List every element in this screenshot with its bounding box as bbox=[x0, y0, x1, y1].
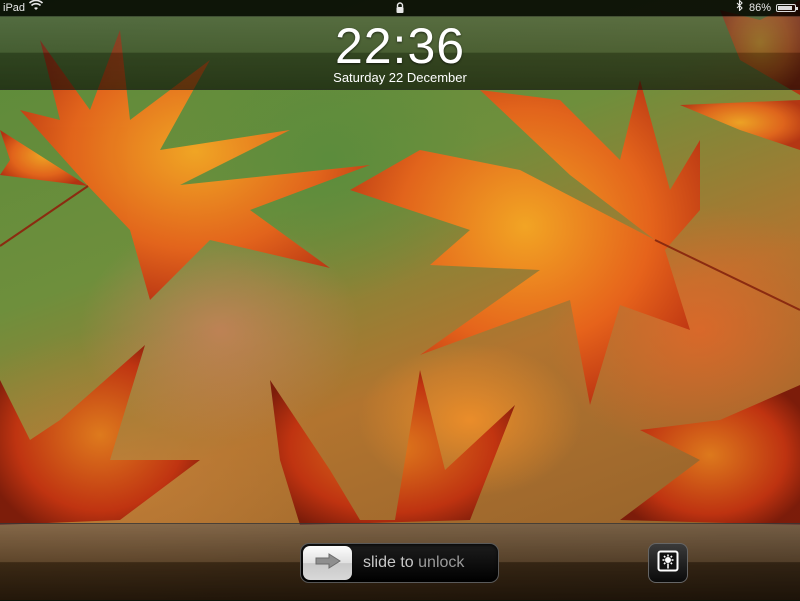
lock-screen-date: Saturday 22 December bbox=[333, 70, 467, 85]
slide-to-unlock-label: slide to unlock bbox=[363, 544, 464, 582]
battery-percentage: 86% bbox=[748, 2, 771, 14]
leaf-stem bbox=[0, 185, 89, 247]
lock-icon bbox=[394, 2, 406, 14]
battery-icon bbox=[776, 4, 798, 12]
wallpaper-autumn-leaves bbox=[0, 0, 800, 600]
bluetooth-icon bbox=[736, 0, 744, 16]
status-left: iPad bbox=[3, 0, 44, 16]
status-bar: iPad 86% bbox=[0, 0, 800, 16]
arrow-right-icon bbox=[315, 552, 341, 574]
leaf-bottom-left bbox=[0, 345, 200, 525]
picture-frame-icon bbox=[657, 550, 679, 577]
leaves-illustration bbox=[0, 0, 800, 525]
slide-label-word3: unlock bbox=[418, 554, 465, 571]
lock-screen-time: 22:36 bbox=[334, 18, 466, 74]
status-right: 86% bbox=[736, 0, 798, 16]
slider-knob[interactable] bbox=[303, 546, 352, 580]
device-name: iPad bbox=[3, 2, 26, 14]
picture-frame-button[interactable] bbox=[648, 543, 688, 583]
battery-fill bbox=[778, 6, 792, 10]
slide-label-word1: slide bbox=[363, 554, 396, 571]
leaf-center-right bbox=[350, 80, 700, 405]
wifi-icon bbox=[28, 0, 44, 16]
clock-panel: 22:36 Saturday 22 December bbox=[0, 16, 800, 90]
leaf-bottom-right bbox=[620, 385, 800, 525]
slide-label-word2: to bbox=[395, 554, 419, 571]
leaf-bottom-center bbox=[270, 370, 515, 525]
slide-to-unlock-slider[interactable]: slide to unlock bbox=[300, 543, 499, 583]
unlock-bar: slide to unlock bbox=[0, 523, 800, 601]
